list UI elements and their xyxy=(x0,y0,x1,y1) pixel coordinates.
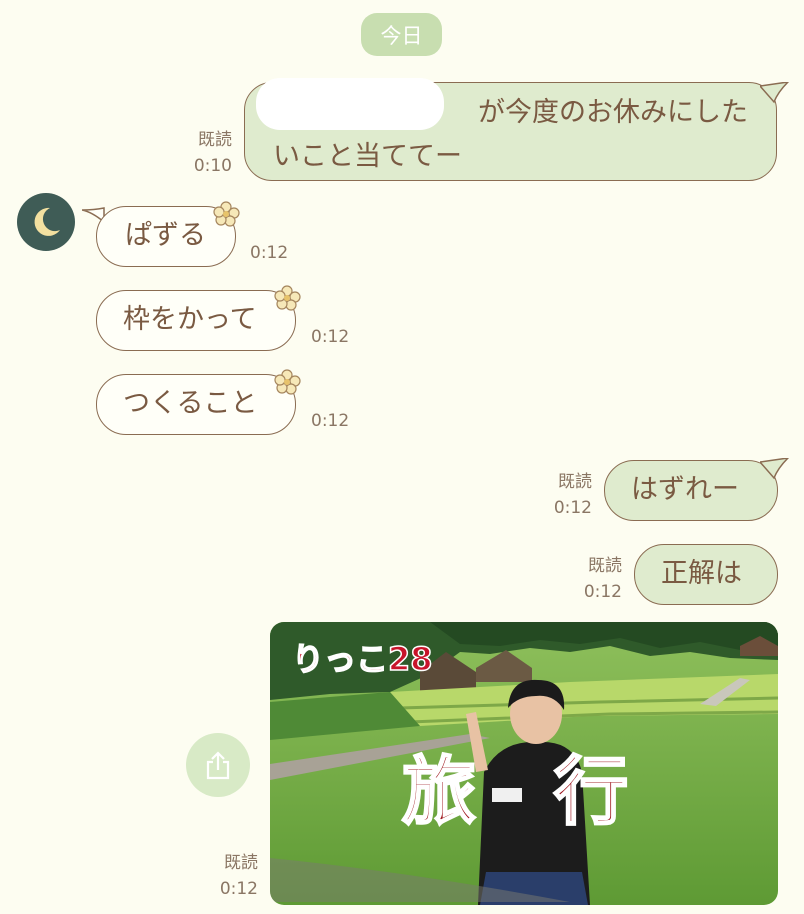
image-overlay-title: りっこ28 xyxy=(291,640,433,678)
message-status: 既読 0:12 xyxy=(583,556,622,602)
message-bubble-incoming[interactable]: 枠をかって xyxy=(96,290,296,351)
share-icon xyxy=(206,751,230,780)
message-time: 0:12 xyxy=(311,411,350,431)
moon-icon xyxy=(34,207,60,236)
redaction-overlay xyxy=(256,78,444,130)
image-message[interactable]: りっこ28 旅 行 xyxy=(270,622,778,905)
message-text: 枠をかって xyxy=(123,304,257,335)
bubble-tail xyxy=(760,82,790,104)
message-bubble-incoming[interactable]: つくること xyxy=(96,374,296,435)
bubble-tail xyxy=(760,458,790,480)
flower-icon xyxy=(274,285,301,311)
message-text-line: いこと当ててー xyxy=(273,141,462,172)
message-time: 0:12 xyxy=(250,243,289,263)
message-text: ぱずる xyxy=(125,220,206,251)
message-status: 既読 0:12 xyxy=(553,472,592,518)
message-text: はずれー xyxy=(631,474,739,505)
flower-icon xyxy=(274,369,301,395)
message-bubble-outgoing[interactable]: はずれー xyxy=(604,460,778,521)
message-text: 正解は xyxy=(661,558,742,589)
image-overlay-caption: 旅 行 xyxy=(401,749,630,836)
flower-icon xyxy=(213,201,240,227)
message-status: 既読 0:10 xyxy=(193,130,232,176)
message-time: 0:12 xyxy=(311,327,350,347)
message-bubble-outgoing[interactable]: 正解は xyxy=(634,544,778,605)
message-status: 既読 0:12 xyxy=(219,853,258,899)
message-text: つくること xyxy=(123,388,258,419)
avatar[interactable] xyxy=(17,193,75,251)
date-separator: 今日 xyxy=(361,13,442,56)
share-button[interactable] xyxy=(186,733,250,797)
